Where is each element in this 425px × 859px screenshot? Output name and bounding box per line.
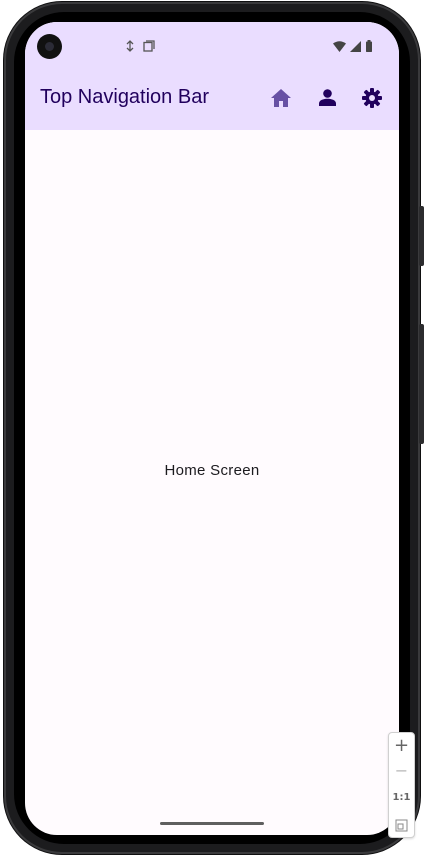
status-right-icons bbox=[333, 39, 373, 57]
signal-icon bbox=[350, 39, 361, 57]
power-button bbox=[419, 206, 424, 266]
person-icon bbox=[318, 89, 336, 111]
status-left-icons bbox=[125, 39, 155, 57]
gesture-navigation-bar[interactable] bbox=[160, 822, 264, 825]
status-bar bbox=[25, 22, 399, 70]
wifi-icon bbox=[333, 39, 346, 57]
home-screen-text: Home Screen bbox=[164, 462, 260, 479]
volume-button bbox=[419, 324, 424, 444]
fit-screen-icon bbox=[395, 817, 408, 836]
emulator-zoom-controls: + − 1:1 bbox=[388, 732, 415, 838]
top-app-bar: Top Navigation Bar bbox=[25, 70, 399, 130]
settings-button[interactable] bbox=[358, 86, 386, 114]
screenshot-icon bbox=[143, 39, 155, 57]
data-saver-icon bbox=[125, 39, 135, 57]
zoom-out-button[interactable]: − bbox=[389, 761, 414, 780]
gear-icon bbox=[362, 87, 382, 113]
zoom-in-button[interactable]: + bbox=[389, 735, 414, 756]
battery-icon bbox=[365, 39, 373, 57]
fit-screen-button[interactable] bbox=[389, 817, 414, 836]
profile-button[interactable] bbox=[313, 86, 341, 114]
front-camera bbox=[37, 34, 62, 59]
home-icon bbox=[271, 88, 291, 112]
home-button[interactable] bbox=[267, 86, 295, 114]
device-screen: Top Navigation Bar Home Screen bbox=[25, 22, 399, 835]
app-title: Top Navigation Bar bbox=[40, 86, 209, 108]
actual-size-button[interactable]: 1:1 bbox=[389, 792, 414, 803]
